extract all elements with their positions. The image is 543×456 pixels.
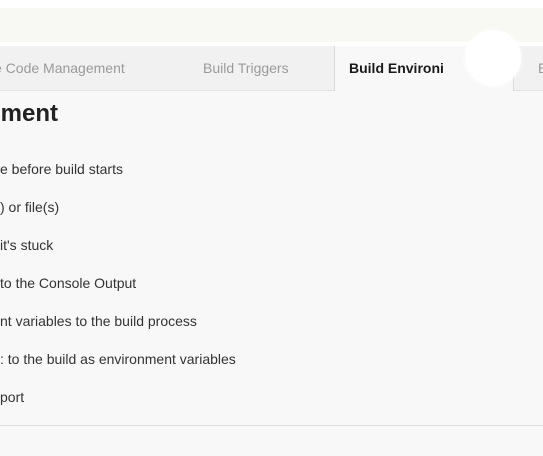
top-band <box>0 0 543 8</box>
option-label: nt variables to the build process <box>0 313 197 329</box>
config-tabbar: e Code Management Build Triggers Build E… <box>0 46 543 91</box>
section-title: nment <box>0 100 58 127</box>
option-label: it's stuck <box>0 237 54 253</box>
tab-source-code-management[interactable]: e Code Management <box>0 46 178 90</box>
option-abort-if-stuck[interactable]: it's stuck <box>0 226 236 264</box>
option-label: to the Console Output <box>0 275 137 291</box>
build-environment-options: e before build starts ) or file(s) it's … <box>0 150 236 416</box>
section-divider <box>0 425 543 426</box>
option-support[interactable]: port <box>0 378 236 416</box>
option-label: ) or file(s) <box>0 199 60 215</box>
option-label: : to the build as environment variables <box>0 351 236 367</box>
tab-next[interactable]: E <box>538 46 543 90</box>
option-inject-passwords[interactable]: : to the build as environment variables <box>0 340 236 378</box>
tab-build-triggers[interactable]: Build Triggers <box>203 46 323 90</box>
option-secret-texts-or-files[interactable]: ) or file(s) <box>0 188 236 226</box>
tab-label: Build Environi <box>349 60 444 76</box>
touch-indicator <box>465 30 521 86</box>
option-label: port <box>0 389 25 405</box>
header-band <box>0 8 543 42</box>
option-timestamps-console[interactable]: to the Console Output <box>0 264 236 302</box>
jenkins-config-page: e Code Management Build Triggers Build E… <box>0 0 543 456</box>
tab-label: Build Triggers <box>203 60 289 76</box>
option-inject-env-vars[interactable]: nt variables to the build process <box>0 302 236 340</box>
option-delete-workspace[interactable]: e before build starts <box>0 150 236 188</box>
tab-label: e Code Management <box>0 60 125 76</box>
option-label: e before build starts <box>0 161 123 177</box>
tab-label: E <box>538 60 543 76</box>
